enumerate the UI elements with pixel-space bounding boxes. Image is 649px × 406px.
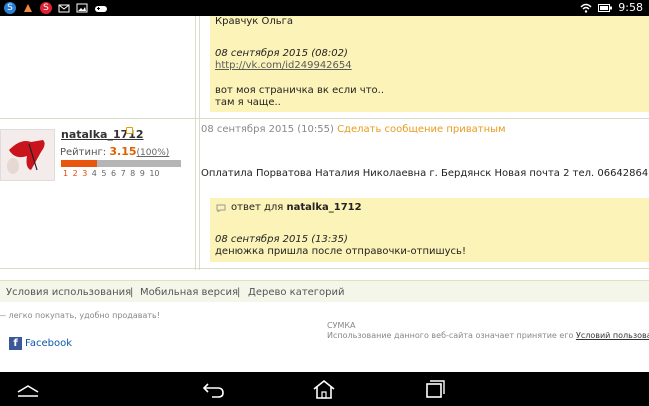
rating-scale-number: 9	[139, 169, 145, 178]
reply-prefix: ответ для	[231, 202, 284, 213]
rating-scale-number: 5	[101, 169, 107, 178]
column-divider	[195, 16, 196, 270]
brand-name: СУМКА	[327, 321, 356, 330]
post-meta: 08 сентября 2015 (10:55) Сделать сообщен…	[201, 124, 506, 135]
quote-text-line: вот моя страничка вк если что..	[215, 85, 385, 96]
legal-notice: Использование данного веб-сайта означает…	[327, 331, 649, 340]
online-status-icon	[126, 127, 133, 134]
bug-icon	[22, 2, 34, 14]
facebook-label: Facebook	[25, 338, 72, 349]
battery-icon	[598, 3, 613, 12]
s-red-icon: S	[40, 2, 52, 14]
avatar[interactable]	[0, 129, 55, 181]
reply-text: денюжка пришла после отправочки-отпишусь…	[215, 246, 466, 257]
rating-value: 3.15	[109, 145, 137, 158]
rating-scale-number: 7	[120, 169, 126, 178]
rating-bar-fill	[61, 160, 97, 167]
notification-icons: S S	[4, 2, 107, 14]
footer-divider: |	[237, 287, 241, 298]
mail-icon	[58, 2, 70, 14]
row-separator	[0, 118, 649, 119]
terms-of-use-link[interactable]: Условий пользовани	[576, 331, 649, 340]
status-bar: S S 9:58	[0, 0, 649, 16]
rating-scale: 1 2 3 4 5 6 7 8 9 10	[63, 169, 160, 178]
s-app-icon: S	[4, 2, 16, 14]
reply-quote: ответ для natalka_1712 08 сентября 2015 …	[210, 198, 649, 262]
rating-scale-number: 3	[82, 169, 88, 178]
navigation-bar	[0, 372, 649, 406]
speech-bubble-icon	[216, 204, 226, 212]
post-body: Оплатила Порватова Наталия Николаевна г.…	[201, 168, 649, 179]
column-divider	[199, 16, 200, 270]
terms-link[interactable]: Условия использования	[6, 287, 131, 298]
quote-link[interactable]: http://vk.com/id249942654	[215, 60, 352, 71]
reply-date: 08 сентября 2015 (13:35)	[215, 234, 348, 245]
page-content[interactable]: Кравчук Ольга 08 сентября 2015 (08:02) h…	[0, 16, 649, 372]
wifi-icon	[580, 3, 592, 13]
make-private-link[interactable]: Сделать сообщение приватным	[337, 124, 506, 135]
rating-scale-number: 6	[110, 169, 117, 178]
rating-scale-number: 1	[63, 169, 69, 178]
post-date: 08 сентября 2015 (10:55)	[201, 124, 334, 135]
rating-scale-number: 2	[72, 169, 78, 178]
facebook-link[interactable]: f Facebook	[9, 337, 72, 350]
reply-to-user: natalka_1712	[286, 202, 362, 213]
mobile-version-link[interactable]: Мобильная версия	[140, 287, 238, 298]
rating-bar	[61, 160, 181, 167]
site-slogan: — легко покупать, удобно продавать!	[0, 311, 160, 320]
rating-scale-number: 8	[130, 169, 136, 178]
collapse-icon[interactable]	[16, 378, 40, 400]
rating: Рейтинг: 3.15(100%)	[60, 145, 169, 158]
quote-text-line: там я чаще..	[215, 97, 281, 108]
row-separator	[0, 268, 649, 269]
rating-scale-number: 4	[91, 169, 97, 178]
rating-scale-number: 10	[149, 169, 160, 178]
back-icon[interactable]	[202, 378, 226, 400]
legal-text: Использование данного веб-сайта означает…	[327, 331, 574, 340]
rating-label: Рейтинг:	[60, 147, 107, 158]
rating-percent[interactable]: (100%)	[137, 148, 170, 158]
facebook-icon: f	[9, 337, 22, 350]
home-icon[interactable]	[312, 378, 336, 400]
clock: 9:58	[618, 1, 643, 14]
footer-divider: |	[130, 287, 134, 298]
quote-block: Кравчук Ольга 08 сентября 2015 (08:02) h…	[210, 16, 649, 112]
quote-date: 08 сентября 2015 (08:02)	[215, 48, 348, 59]
image-icon	[76, 2, 88, 14]
category-tree-link[interactable]: Дерево категорий	[248, 287, 345, 298]
reply-header: ответ для natalka_1712	[231, 202, 362, 213]
quote-author: Кравчук Ольга	[215, 16, 294, 27]
recent-apps-icon[interactable]	[422, 378, 446, 400]
footer-nav: Условия использования | Мобильная версия…	[0, 280, 649, 302]
gamepad-icon	[94, 2, 107, 14]
